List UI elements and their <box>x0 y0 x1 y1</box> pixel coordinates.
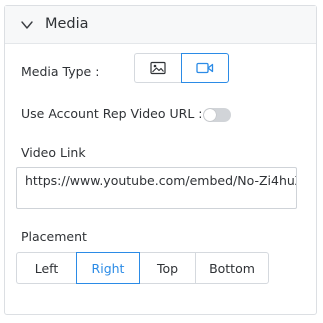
section-title: Media <box>45 16 89 32</box>
chevron-down-icon[interactable] <box>20 19 34 31</box>
account-rep-video-label: Use Account Rep Video URL : <box>21 106 203 121</box>
placement-left-button[interactable]: Left <box>16 252 76 284</box>
video-link-input[interactable]: https://www.youtube.com/embed/No-Zi4huZZ… <box>16 167 297 209</box>
media-type-toggle <box>134 53 229 83</box>
media-type-image-button[interactable] <box>134 53 181 83</box>
placement-right-button[interactable]: Right <box>76 252 140 284</box>
image-icon <box>150 61 166 75</box>
account-rep-video-toggle[interactable] <box>203 108 231 122</box>
media-type-label: Media Type : <box>21 64 100 79</box>
placement-bottom-button[interactable]: Bottom <box>195 252 269 284</box>
video-camera-icon <box>196 62 214 74</box>
placement-top-button[interactable]: Top <box>140 252 195 284</box>
media-type-video-button[interactable] <box>181 53 229 83</box>
media-section-header[interactable]: Media <box>5 6 316 44</box>
placement-label: Placement <box>21 229 87 244</box>
video-link-label: Video Link <box>21 145 86 160</box>
toggle-knob <box>204 109 216 121</box>
placement-button-group: Left Right Top Bottom <box>16 252 269 284</box>
